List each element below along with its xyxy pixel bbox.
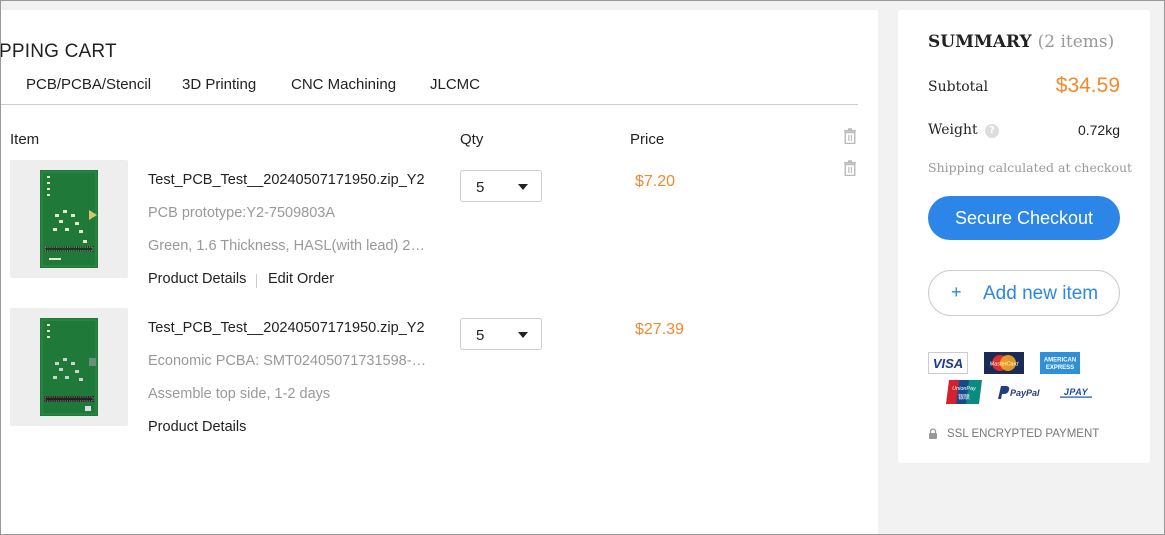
page-title: OPPING CART [0,41,117,62]
category-tabs: PCB/PCBA/Stencil 3D Printing CNC Machini… [0,76,858,105]
item-count: (2 items) [1037,32,1115,52]
visa-text: VISA [933,356,963,371]
tab-pcb-pcba-stencil[interactable]: PCB/PCBA/Stencil [26,76,151,93]
subtotal-label: Subtotal [928,79,989,95]
item-order-id: PCB prototype:Y2-7509803A [148,205,336,221]
product-thumbnail[interactable] [10,308,128,426]
jpay-text: JPAY [1064,387,1089,397]
item-name: Test_PCB_Test__20240507171950.zip_Y2 [148,172,425,188]
quantity-value: 5 [476,179,485,196]
amex-text-top: AMERICAN [1044,358,1076,364]
paypal-text: PayPal [1010,388,1040,398]
plus-icon: + [951,282,962,302]
item-order-id: Economic PCBA: SMT02405071731598-7509803 [148,353,430,369]
unionpay-text-bottom: 银联 [958,393,970,401]
add-new-item-button[interactable]: + Add new item [928,270,1120,316]
pcb-board-image [40,170,98,268]
summary-title: SUMMARY (2 items) [928,32,1114,52]
paypal-logo: PayPal [998,386,1040,399]
mastercard-text: MasterCard [990,362,1020,368]
quantity-select[interactable]: 5 [460,318,542,350]
pcba-board-image [40,318,98,416]
summary-heading: SUMMARY [928,32,1032,52]
amex-text-bottom: EXPRESS [1046,365,1074,371]
link-divider [256,274,257,288]
quantity-value: 5 [476,327,485,344]
quantity-select[interactable]: 5 [460,170,542,202]
weight-value: 0.72kg [1077,122,1120,138]
delete-all-trash-icon[interactable] [843,128,857,144]
chevron-down-icon [518,332,528,338]
weight-label: Weight [928,122,978,138]
item-specs: Green, 1.6 Thickness, HASL(with lead) 24… [148,238,430,254]
tab-3d-printing[interactable]: 3D Printing [182,76,256,93]
tab-jlcmc[interactable]: JLCMC [430,76,480,93]
jpay-logo: JPAY [1060,387,1092,398]
secure-checkout-button[interactable]: Secure Checkout [928,196,1120,240]
trash-icon[interactable] [843,160,857,176]
edit-order-link[interactable]: Edit Order [268,271,334,287]
tab-cnc-machining[interactable]: CNC Machining [291,76,396,93]
column-header-qty: Qty [460,131,484,148]
chevron-down-icon [518,184,528,190]
product-details-link[interactable]: Product Details [148,271,246,287]
order-summary-panel: SUMMARY (2 items) Subtotal $34.59 Weight… [898,10,1150,463]
unionpay-logo: UnionPay 银联 [946,380,982,404]
visa-logo: VISA [928,352,968,374]
shipping-note: Shipping calculated at checkout [928,160,1133,175]
lock-icon [929,428,937,439]
column-header-price: Price [630,131,665,148]
column-header-item: Item [10,131,40,148]
ssl-encrypted-label: SSL ENCRYPTED PAYMENT [947,428,1100,440]
product-details-link[interactable]: Product Details [148,419,246,435]
american-express-logo: AMERICAN EXPRESS [1040,352,1080,374]
item-name: Test_PCB_Test__20240507171950.zip_Y2 [148,320,425,336]
mastercard-logo: MasterCard [984,352,1024,374]
product-thumbnail[interactable] [10,160,128,278]
item-specs: Assemble top side, 1-2 days [148,386,331,402]
unionpay-text-top: UnionPay [952,386,977,392]
help-icon[interactable]: ? [985,124,999,138]
item-price: $27.39 [635,321,684,338]
subtotal-value: $34.59 [1055,74,1120,97]
cart-panel: OPPING CART PCB/PCBA/Stencil 3D Printing… [0,10,878,535]
item-price: $7.20 [635,173,676,190]
add-new-item-label: Add new item [983,283,1099,304]
